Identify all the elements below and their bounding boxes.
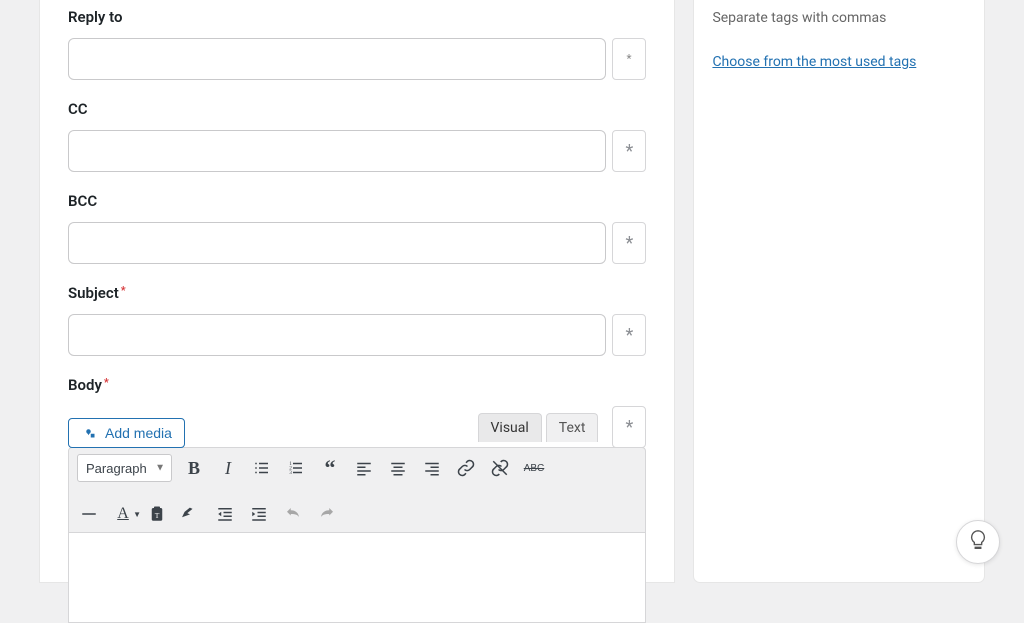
format-select-wrap: Paragraph ▼ [77,454,172,482]
tab-text[interactable]: Text [546,413,599,442]
clear-formatting-button[interactable] [179,502,203,526]
tab-visual[interactable]: Visual [478,413,542,442]
body-editor[interactable] [68,533,646,623]
bcc-tag-button[interactable]: * [612,222,646,264]
bcc-label: BCC [68,192,646,210]
add-media-button[interactable]: Add media [68,418,185,448]
ordered-list-button[interactable]: 123 [284,456,308,480]
undo-button[interactable] [281,502,305,526]
strikethrough-button[interactable]: ABC [522,456,546,480]
svg-text:3: 3 [289,470,292,476]
body-tag-button[interactable]: * [612,406,646,448]
main-form-panel: Reply to * CC * BCC * Subje [40,0,674,582]
add-media-icon [81,424,99,442]
subject-required-mark: * [121,284,126,297]
blockquote-button[interactable]: “ [318,456,342,480]
field-bcc: BCC * [68,192,646,264]
cc-label: CC [68,100,646,118]
unlink-button[interactable] [488,456,512,480]
subject-tag-button[interactable]: * [612,314,646,356]
tags-hint: Separate tags with commas [712,10,966,26]
subject-input[interactable] [68,314,606,356]
link-button[interactable] [454,456,478,480]
body-required-mark: * [104,376,109,389]
paste-text-button[interactable]: T [145,502,169,526]
add-media-label: Add media [105,425,172,441]
field-body: Body* Add media Visual Text [68,376,646,623]
italic-button[interactable]: I [216,456,240,480]
bold-button[interactable]: B [182,456,206,480]
body-label-text: Body [68,376,102,394]
used-tags-link[interactable]: Choose from the most used tags [712,54,916,70]
align-center-button[interactable] [386,456,410,480]
reply-to-input[interactable] [68,38,606,80]
redo-button[interactable] [315,502,339,526]
text-color-button[interactable]: A ▼ [111,502,135,526]
align-right-button[interactable] [420,456,444,480]
indent-button[interactable] [247,502,271,526]
editor-toolbar: Paragraph ▼ B I 123 “ [68,447,646,533]
help-fab[interactable] [956,520,1000,564]
field-subject: Subject* * [68,284,646,356]
tags-panel: Separate tags with commas Choose from th… [694,0,984,582]
field-cc: CC * [68,100,646,172]
subject-label-text: Subject [68,284,119,302]
subject-label: Subject* [68,284,646,302]
cc-tag-button[interactable]: * [612,130,646,172]
align-left-button[interactable] [352,456,376,480]
reply-to-tag-button[interactable]: * [612,38,646,80]
bcc-input[interactable] [68,222,606,264]
svg-text:*: * [627,52,632,66]
lightbulb-icon [967,529,989,555]
body-label: Body* [68,376,646,394]
reply-to-label: Reply to [68,8,646,26]
unordered-list-button[interactable] [250,456,274,480]
horizontal-rule-button[interactable] [77,502,101,526]
format-select[interactable]: Paragraph [77,454,172,482]
cc-input[interactable] [68,130,606,172]
outdent-button[interactable] [213,502,237,526]
field-reply-to: Reply to * [68,8,646,80]
svg-text:T: T [155,511,160,520]
